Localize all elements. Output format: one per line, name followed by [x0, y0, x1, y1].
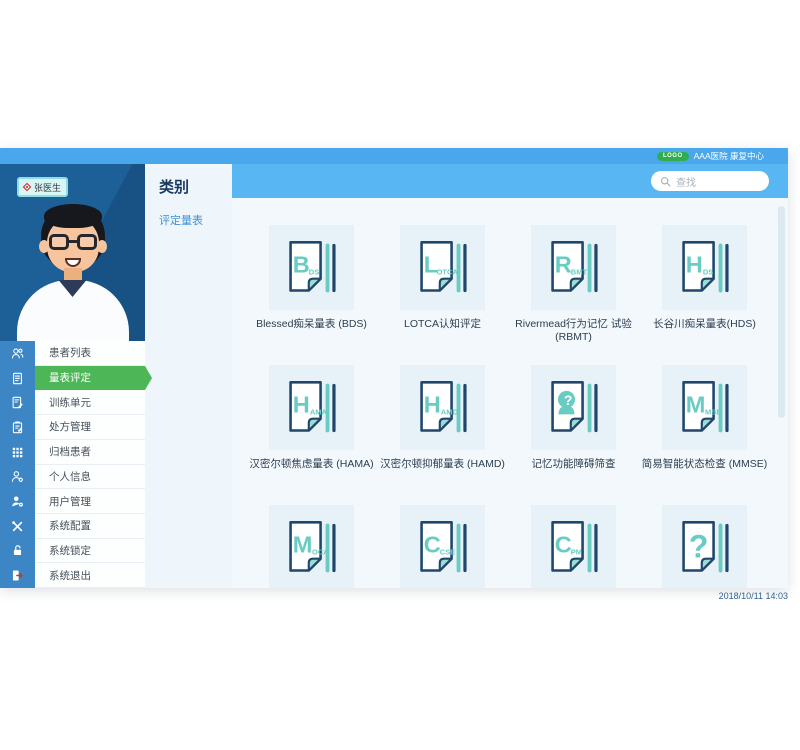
profile-panel: 张医生 — [0, 164, 145, 341]
search-input[interactable]: 查找 — [651, 171, 769, 191]
diamond-icon — [23, 183, 31, 191]
tools-icon — [0, 514, 35, 539]
patients-icon — [0, 341, 35, 366]
topbar: LOGO AAA医院 康复中心 — [0, 148, 788, 164]
svg-text:H: H — [423, 391, 440, 417]
scale-doc-icon — [0, 366, 35, 391]
logo-badge: LOGO — [657, 152, 689, 161]
svg-text:AMD: AMD — [440, 407, 458, 416]
sidebar-item-prescription[interactable]: 处方管理 — [0, 415, 145, 440]
card-lotca[interactable]: LOTCA LOTCA认知评定 — [377, 225, 508, 346]
svg-text:M: M — [292, 531, 312, 557]
card-cpm[interactable]: CPM — [508, 505, 639, 588]
training-doc-icon — [0, 390, 35, 415]
svg-text:AMA: AMA — [309, 407, 327, 416]
document-stack-icon: RBMT — [544, 238, 604, 298]
document-stack-icon: MMSE — [675, 378, 735, 438]
avatar-ear — [97, 240, 107, 253]
sidebar-item-training-unit[interactable]: 训练单元 — [0, 390, 145, 415]
svg-text:C: C — [554, 531, 571, 557]
card-mmse[interactable]: MMSE 简易智能状态检查 (MMSE) — [639, 365, 770, 486]
document-stack-icon: HAMD — [413, 378, 473, 438]
svg-text:DS: DS — [308, 267, 318, 276]
document-stack-icon: ? — [544, 378, 604, 438]
user-gear-icon — [0, 465, 35, 490]
search-icon — [660, 176, 671, 187]
card-area: BDS Blessed痴呆量表 (BDS) LOTCA LOTCA认知评定 RB… — [232, 198, 788, 588]
document-stack-icon: BDS — [282, 238, 342, 298]
card-unknown[interactable]: ? — [639, 505, 770, 588]
sidebar-item-personal-info[interactable]: 个人信息 — [0, 465, 145, 490]
user-add-icon — [0, 489, 35, 514]
main-header: 查找 — [232, 164, 788, 198]
svg-text:OCA: OCA — [312, 547, 329, 556]
document-stack-icon: HAMA — [282, 378, 342, 438]
document-stack-icon: CCSE — [413, 518, 473, 578]
svg-text:R: R — [554, 251, 571, 277]
sidebar-item-user-management[interactable]: 用户管理 — [0, 489, 145, 514]
card-hds[interactable]: HDS 长谷川痴呆量表(HDS) — [639, 225, 770, 346]
timestamp: 2018/10/11 14:03 — [719, 591, 788, 601]
card-rbmt[interactable]: RBMT Rivermead行为记忆 试验(RBMT) — [508, 225, 639, 346]
desktop: LOGO AAA医院 康复中心 张医生 — [0, 0, 800, 750]
prescription-icon — [0, 415, 35, 440]
svg-text:?: ? — [563, 391, 572, 407]
category-title: 类别 — [159, 176, 232, 197]
sidebar-item-patient-list[interactable]: 患者列表 — [0, 341, 145, 366]
sidebar-menu: 患者列表 量表评定 训练单元 处方管理 归档患者 个人信息 用户管理 系统配置 … — [0, 341, 145, 588]
card-memory-screen[interactable]: ? 记忆功能障碍筛查 — [508, 365, 639, 486]
card-ccse[interactable]: CCSE — [377, 505, 508, 588]
svg-text:MSE: MSE — [705, 407, 721, 416]
sidebar-item-scale-assess[interactable]: 量表评定 — [0, 366, 145, 391]
doctor-avatar — [13, 198, 133, 341]
sidebar-item-archived[interactable]: 归档患者 — [0, 440, 145, 465]
archive-grid-icon — [0, 440, 35, 465]
sidebar-item-system-lock[interactable]: 系统锁定 — [0, 539, 145, 564]
doctor-name: 张医生 — [34, 181, 61, 194]
document-stack-icon: ? — [675, 518, 735, 578]
svg-text:C: C — [423, 531, 440, 557]
main-panel: 查找 BDS Blessed痴呆量表 (BDS) LOTCA LOTCA认知评定… — [232, 164, 788, 588]
svg-text:?: ? — [688, 528, 708, 564]
sidebar: 张医生 — [0, 164, 145, 588]
svg-text:OTCA: OTCA — [436, 267, 458, 276]
exit-icon — [0, 563, 35, 588]
avatar-glasses — [48, 234, 98, 251]
card-bds[interactable]: BDS Blessed痴呆量表 (BDS) — [246, 225, 377, 346]
card-moca[interactable]: MOCA — [246, 505, 377, 588]
hospital-title: AAA医院 康复中心 — [694, 150, 764, 162]
sidebar-item-system-exit[interactable]: 系统退出 — [0, 563, 145, 588]
svg-text:H: H — [292, 391, 309, 417]
doctor-name-badge[interactable]: 张医生 — [17, 177, 68, 197]
scrollbar-thumb[interactable] — [778, 206, 785, 418]
category-item-assessment-scales[interactable]: 评定量表 — [159, 212, 232, 228]
app-window: LOGO AAA医院 康复中心 张医生 — [0, 148, 788, 588]
search-placeholder: 查找 — [676, 174, 696, 189]
card-hama[interactable]: HAMA 汉密尔顿焦虑量表 (HAMA) — [246, 365, 377, 486]
svg-text:PM: PM — [570, 547, 581, 556]
category-panel: 类别 评定量表 — [145, 164, 232, 588]
svg-text:CSE: CSE — [439, 547, 454, 556]
svg-text:B: B — [292, 251, 309, 277]
document-stack-icon: MOCA — [282, 518, 342, 578]
card-grid: BDS Blessed痴呆量表 (BDS) LOTCA LOTCA认知评定 RB… — [246, 225, 770, 588]
document-stack-icon: LOTCA — [413, 238, 473, 298]
svg-text:BMT: BMT — [570, 267, 587, 276]
avatar-fringe — [44, 204, 102, 228]
sidebar-item-system-config[interactable]: 系统配置 — [0, 514, 145, 539]
svg-text:H: H — [685, 251, 702, 277]
document-stack-icon: HDS — [675, 238, 735, 298]
svg-text:DS: DS — [702, 267, 712, 276]
lock-icon — [0, 539, 35, 564]
card-hamd[interactable]: HAMD 汉密尔顿抑郁量表 (HAMD) — [377, 365, 508, 486]
head-question-glyph: ? — [557, 390, 574, 414]
document-stack-icon: CPM — [544, 518, 604, 578]
svg-text:M: M — [685, 391, 705, 417]
